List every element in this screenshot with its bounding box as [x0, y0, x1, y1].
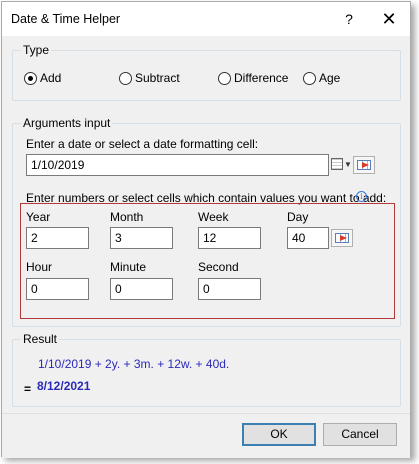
type-group: Type: [12, 43, 401, 101]
select-date-cell-button[interactable]: [353, 156, 375, 174]
week-label: Week: [198, 210, 229, 224]
equals-sign: =: [24, 382, 32, 396]
radio-difference-indicator[interactable]: [218, 71, 231, 85]
title-bar: Date & Time Helper ? ✕: [2, 2, 410, 36]
help-icon[interactable]: ?: [329, 6, 369, 32]
minute-label: Minute: [110, 260, 147, 274]
radio-difference[interactable]: Difference: [218, 71, 288, 85]
second-input[interactable]: [198, 278, 261, 300]
week-input[interactable]: [198, 227, 261, 249]
radio-difference-label: Difference: [234, 71, 289, 85]
arguments-group-label: Arguments input: [21, 116, 113, 130]
year-label: Year: [26, 210, 51, 224]
day-label: Day: [287, 210, 309, 224]
result-value: 8/12/2021: [37, 379, 91, 393]
radio-subtract[interactable]: Subtract: [119, 71, 180, 85]
date-prompt: Enter a date or select a date formatting…: [26, 137, 259, 151]
result-formula: 1/10/2019 + 2y. + 3m. + 12w. + 40d.: [38, 357, 230, 371]
month-input[interactable]: [110, 227, 173, 249]
date-input[interactable]: [26, 154, 329, 176]
month-label: Month: [110, 210, 144, 224]
result-group-label: Result: [21, 332, 60, 346]
radio-age-label: Age: [319, 71, 341, 85]
radio-subtract-label: Subtract: [135, 71, 180, 85]
minute-input[interactable]: [110, 278, 173, 300]
ok-button[interactable]: OK: [242, 423, 316, 446]
info-icon[interactable]: i: [356, 191, 367, 202]
radio-subtract-indicator[interactable]: [119, 71, 132, 85]
radio-age[interactable]: Age: [303, 71, 340, 85]
dialog-title: Date & Time Helper: [11, 12, 121, 26]
close-icon[interactable]: ✕: [369, 6, 409, 32]
second-label: Second: [198, 260, 239, 274]
date-time-helper-dialog: Date & Time Helper ? ✕ Type Add Subtract…: [1, 1, 411, 458]
type-group-label: Type: [21, 43, 52, 57]
radio-add[interactable]: Add: [24, 71, 61, 85]
chevron-down-icon[interactable]: ▼: [344, 160, 352, 169]
hour-input[interactable]: [26, 278, 89, 300]
radio-add-label: Add: [40, 71, 62, 85]
cancel-button[interactable]: Cancel: [323, 423, 397, 446]
hour-label: Hour: [26, 260, 53, 274]
result-group: Result: [12, 332, 401, 407]
calendar-icon[interactable]: [331, 158, 343, 170]
year-input[interactable]: [26, 227, 89, 249]
select-day-cell-button[interactable]: [331, 229, 353, 247]
radio-add-indicator[interactable]: [24, 71, 37, 85]
day-input[interactable]: [287, 227, 329, 249]
radio-age-indicator[interactable]: [303, 71, 316, 85]
